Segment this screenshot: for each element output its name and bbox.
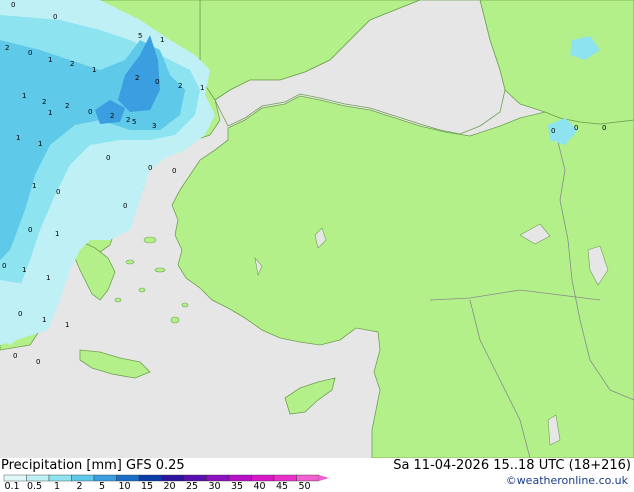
colorbar-tick-label: 50	[298, 481, 311, 492]
colorbar-tick-label: 1	[53, 481, 61, 492]
contour-label: 0	[574, 124, 578, 132]
contour-label: 2	[42, 98, 46, 106]
contour-label: 2	[110, 112, 114, 120]
contour-label: 1	[22, 266, 26, 274]
contour-label: 0	[88, 108, 92, 116]
contour-label: 0	[18, 310, 22, 318]
contour-label: 1	[55, 230, 59, 238]
colorbar-tick-label: 40	[253, 481, 266, 492]
contour-label: 3	[152, 122, 156, 130]
contour-label: 1	[48, 56, 52, 64]
contour-label: 1	[42, 316, 46, 324]
colorbar-tick-label: 30	[208, 481, 221, 492]
map-title: Precipitation [mm] GFS 0.25	[1, 458, 185, 473]
colorbar-tick-label: 2	[76, 481, 83, 492]
contour-label: 5	[138, 32, 142, 40]
contour-label: 0	[155, 78, 159, 86]
contour-label: 0	[602, 124, 606, 132]
credit-link[interactable]: ©weatheronline.co.uk	[506, 474, 628, 487]
contour-label: 0	[172, 167, 176, 175]
contour-label: 1	[38, 140, 42, 148]
contour-label: 0	[2, 262, 6, 270]
contour-label: 5	[132, 118, 136, 126]
contour-label: 0	[56, 188, 60, 196]
contour-label: 0	[13, 352, 17, 360]
valid-time: Sa 11-04-2026 15..18 UTC (18+216)	[393, 458, 631, 473]
contour-label: 2	[178, 82, 182, 90]
contour-label: 2	[5, 44, 9, 52]
colorbar-tick-label: 10	[118, 481, 131, 492]
contour-label: 2	[65, 102, 69, 110]
contour-label: 1	[160, 36, 164, 44]
contour-label: 1	[16, 134, 20, 142]
contour-label: 1	[65, 321, 69, 329]
contour-label: 1	[92, 66, 96, 74]
map-footer: Precipitation [mm] GFS 0.25 Sa 11-04-202…	[0, 458, 634, 492]
contour-label: 2	[126, 116, 130, 124]
colorbar-tick-label: 45	[275, 481, 289, 492]
contour-label: 1	[46, 274, 50, 282]
colorbar-arrow	[319, 475, 329, 481]
contour-label: 0	[148, 164, 152, 172]
contour-label: 0	[106, 154, 110, 162]
contour-label: 1	[200, 84, 204, 92]
colorbar-tick-label: 25	[185, 481, 199, 492]
precipitation-map: 0 1 2 5 2 1 2 1 0 2 2 1 0 1 2 0 2 1 2 5 …	[0, 0, 634, 458]
contour-label: 0	[551, 127, 555, 135]
colorbar-tick-label: 20	[163, 481, 176, 492]
contour-label: 2	[70, 60, 74, 68]
contour-label: 0	[53, 13, 57, 21]
contour-label: 0	[36, 358, 40, 366]
colorbar-segment	[48, 474, 72, 482]
colorbar-tick-label: 0.5	[26, 481, 43, 492]
colorbar-tick-label: 0.1	[4, 481, 20, 492]
contour-label: 2	[135, 74, 139, 82]
colorbar-tick-label: 35	[230, 481, 244, 492]
contour-label: 1	[32, 182, 36, 190]
colorbar-segment	[93, 474, 117, 482]
contour-label: 0	[11, 1, 15, 9]
contour-label: 0	[28, 49, 32, 57]
contour-label: 1	[22, 92, 26, 100]
colorbar-tick-label: 15	[140, 481, 154, 492]
colorbar-tick-label: 5	[98, 481, 106, 492]
contour-label: 1	[48, 109, 52, 117]
contour-label: 0	[28, 226, 32, 234]
contour-label: 0	[123, 202, 127, 210]
colorbar-segment	[71, 474, 95, 482]
